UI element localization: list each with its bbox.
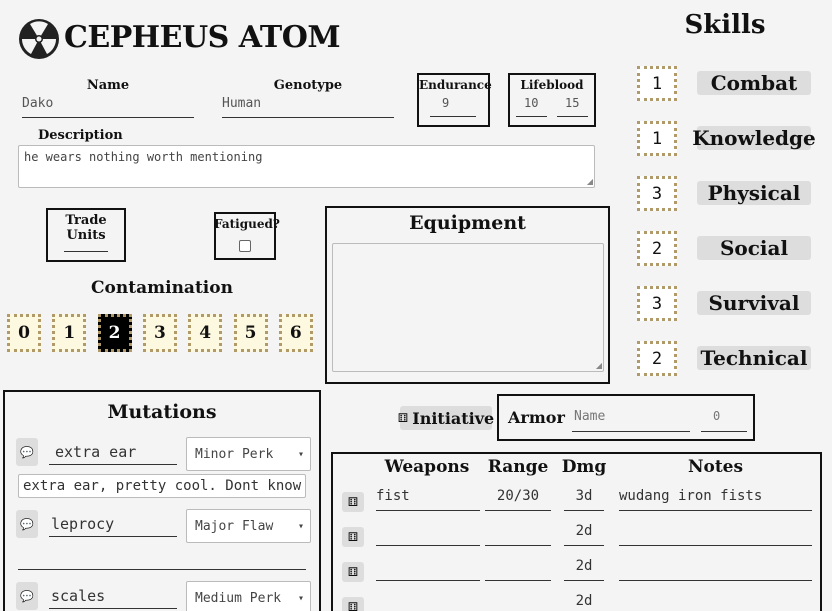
mutation-2-type-value: Major Flaw	[195, 518, 274, 534]
skill-social-button[interactable]: Social	[697, 236, 811, 260]
weapon-name-input[interactable]	[376, 521, 480, 546]
weapon-range-input[interactable]	[485, 591, 551, 611]
mutations-label: Mutations	[107, 401, 217, 423]
range-header: Range	[487, 457, 549, 477]
contamination-level-0[interactable]: 0	[7, 314, 41, 352]
endurance-label: Endurance	[419, 78, 492, 92]
skills-title: Skills	[684, 10, 766, 40]
lifeblood-max-input[interactable]: 15	[557, 96, 588, 117]
weapon-dmg-input[interactable]: 2d	[564, 521, 604, 546]
mutations-box	[3, 390, 321, 611]
chevron-down-icon: ▾	[297, 520, 304, 532]
skill-combat-button[interactable]: Combat	[697, 71, 811, 95]
mutation-3-name-input[interactable]: scales	[49, 587, 177, 609]
lifeblood-current-input[interactable]: 10	[516, 96, 547, 117]
weapon-dmg-input[interactable]: 2d	[564, 591, 604, 611]
mutation-2-name-input[interactable]: leprocy	[49, 515, 177, 537]
skill-physical-value[interactable]: 3	[637, 176, 677, 211]
app-title: CEPHEUS ATOM	[64, 20, 341, 55]
skill-physical-button[interactable]: Physical	[697, 181, 811, 205]
weapon-range-input[interactable]	[485, 556, 551, 581]
contamination-level-6[interactable]: 6	[278, 314, 313, 352]
mutation-1-note-input[interactable]: extra ear, pretty cool. Dont know w	[18, 474, 306, 498]
lifeblood-label: Lifeblood	[520, 78, 584, 92]
contamination-level-2[interactable]: 2	[97, 314, 132, 352]
contamination-label: Contamination	[91, 278, 233, 298]
weapon-notes-input[interactable]: wudang iron fists	[619, 486, 812, 511]
skill-technical-value[interactable]: 2	[637, 341, 677, 376]
name-input[interactable]: Dako	[22, 96, 194, 118]
weapon-roll-dice-icon[interactable]: ⚅	[342, 597, 364, 611]
skill-knowledge-value[interactable]: 1	[637, 121, 677, 156]
initiative-label: Initiative	[412, 408, 495, 428]
mutation-3-type-select[interactable]: Medium Perk ▾	[186, 581, 311, 611]
mutation-3-type-value: Medium Perk	[195, 590, 282, 606]
fatigued-label: Fatigued?	[214, 217, 280, 231]
skill-social-value[interactable]: 2	[637, 231, 677, 266]
weapon-notes-input[interactable]	[619, 556, 812, 581]
mutation-2-note-icon[interactable]: 💬	[16, 510, 38, 538]
contamination-level-1[interactable]: 1	[52, 314, 87, 352]
contamination-level-4[interactable]: 4	[188, 314, 223, 352]
mutation-1-type-value: Minor Perk	[195, 446, 274, 462]
weapon-notes-input[interactable]	[619, 521, 812, 546]
mutation-1-note-icon[interactable]: 💬	[16, 438, 38, 466]
armor-name-input[interactable]: Name	[572, 409, 690, 432]
radiation-logo-icon	[18, 18, 60, 60]
skill-technical-button[interactable]: Technical	[697, 346, 811, 370]
weapon-notes-input[interactable]	[619, 591, 812, 611]
weapon-dmg-input[interactable]: 3d	[564, 486, 604, 511]
contamination-level-3[interactable]: 3	[142, 314, 177, 352]
contamination-row: 0123456	[7, 314, 319, 354]
weapon-range-input[interactable]: 20/30	[485, 486, 551, 511]
weapon-roll-dice-icon[interactable]: ⚅	[342, 527, 364, 547]
weapon-roll-dice-icon[interactable]: ⚅	[342, 492, 364, 512]
endurance-input[interactable]: 9	[430, 96, 476, 117]
weapon-roll-dice-icon[interactable]: ⚅	[342, 562, 364, 582]
contamination-level-5[interactable]: 5	[233, 314, 268, 352]
description-textarea[interactable]: he wears nothing worth mentioning ◢	[18, 145, 595, 188]
description-text: he wears nothing worth mentioning	[24, 150, 263, 164]
fatigued-checkbox[interactable]	[239, 240, 251, 252]
chevron-down-icon: ▾	[297, 448, 304, 460]
trade-units-input[interactable]	[64, 234, 108, 252]
weapon-dmg-input[interactable]: 2d	[564, 556, 604, 581]
dice-icon: ⚅	[397, 411, 409, 425]
mutation-1-name-input[interactable]: extra ear	[49, 443, 177, 465]
genotype-input[interactable]: Human	[222, 96, 394, 118]
weapon-name-input[interactable]	[376, 591, 480, 611]
mutation-3-note-icon[interactable]: 💬	[16, 582, 38, 610]
armor-value-input[interactable]: 0	[701, 409, 747, 432]
weapon-name-input[interactable]: fist	[376, 486, 480, 511]
resize-handle-icon[interactable]: ◢	[596, 362, 602, 370]
armor-label: Armor	[508, 408, 565, 427]
resize-handle-icon[interactable]: ◢	[587, 178, 593, 186]
skill-knowledge-button[interactable]: Knowledge	[692, 126, 816, 150]
initiative-button[interactable]: ⚅ Initiative	[397, 406, 495, 430]
chevron-down-icon: ▾	[297, 592, 304, 604]
equipment-textarea[interactable]: ◢	[332, 243, 604, 372]
description-label: Description	[38, 128, 123, 143]
skill-combat-value[interactable]: 1	[637, 66, 677, 101]
mutation-2-type-select[interactable]: Major Flaw ▾	[186, 509, 311, 543]
skill-survival-value[interactable]: 3	[637, 286, 677, 321]
weapon-range-input[interactable]	[485, 521, 551, 546]
mutation-2-note-line	[18, 569, 306, 570]
notes-header: Notes	[687, 457, 744, 477]
name-label: Name	[86, 78, 130, 93]
mutation-1-type-select[interactable]: Minor Perk ▾	[186, 437, 311, 471]
weapons-header: Weapons	[384, 457, 470, 477]
weapons-rows: ⚅ fist 20/30 3d wudang iron fists ⚅ 2d ⚅ 2d ⚅ 2d	[340, 486, 815, 611]
skill-survival-button[interactable]: Survival	[697, 291, 811, 315]
dmg-header: Dmg	[561, 457, 607, 477]
skills-list: 1 Combat 1 Knowledge 3 Physical 2 Social 3 Surviv…	[637, 66, 817, 386]
genotype-label: Genotype	[273, 78, 343, 93]
equipment-label: Equipment	[409, 212, 526, 234]
weapon-name-input[interactable]	[376, 556, 480, 581]
